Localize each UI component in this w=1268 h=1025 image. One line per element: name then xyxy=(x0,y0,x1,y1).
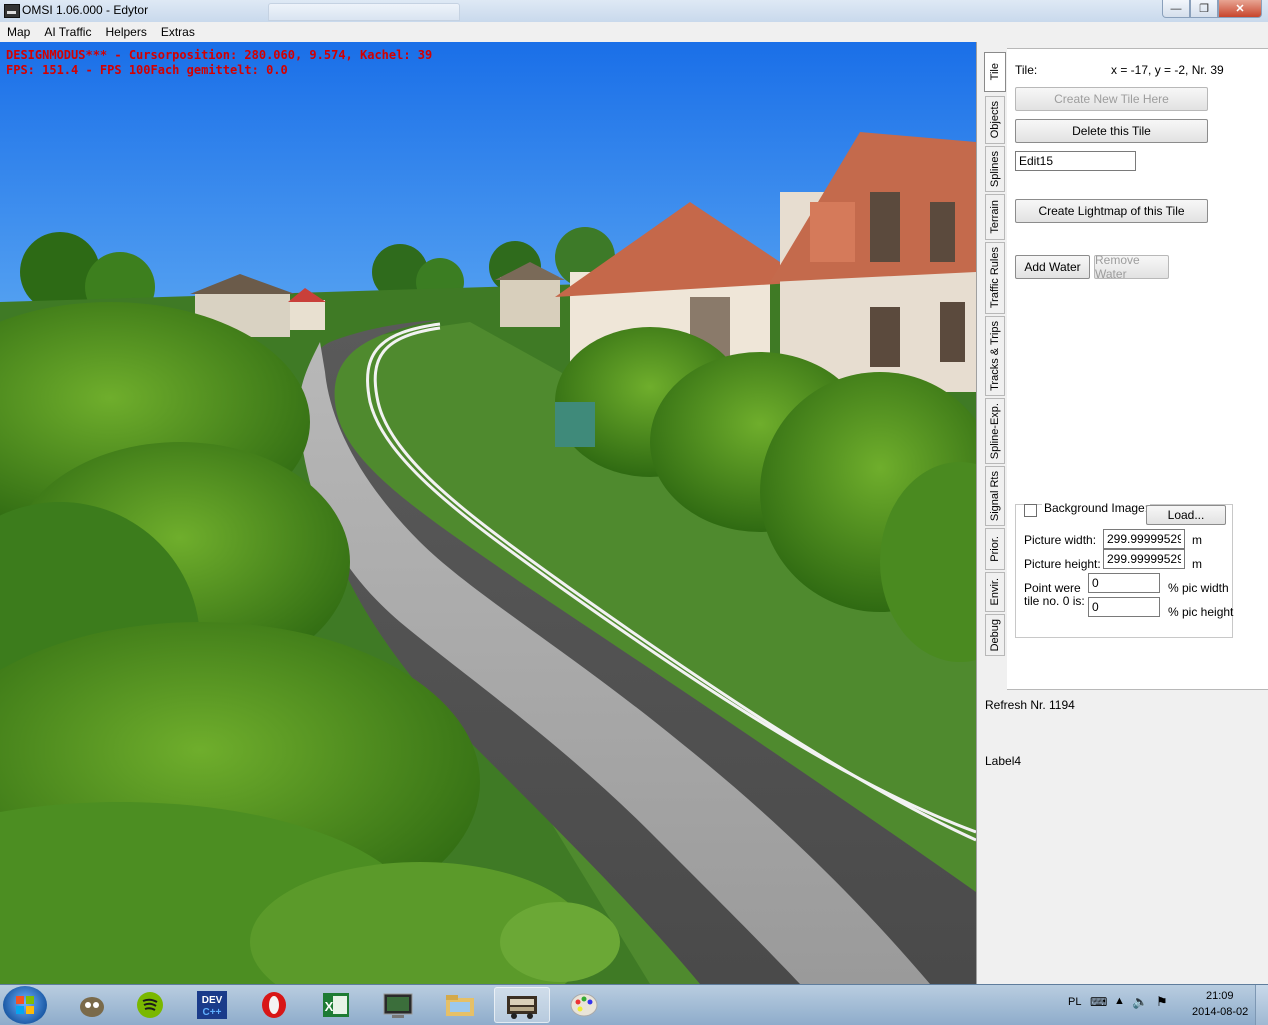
tab-splines[interactable]: Splines xyxy=(985,146,1005,192)
picture-height-unit: m xyxy=(1192,557,1202,571)
omsi-app-icon xyxy=(4,4,20,18)
point-label-line1: Point were xyxy=(1024,581,1081,595)
start-button[interactable] xyxy=(3,986,47,1024)
cursor-position-line: DESIGNMODUS*** - Cursorposition: 280.060… xyxy=(6,48,433,62)
excel-icon: X xyxy=(323,993,349,1017)
menu-helpers[interactable]: Helpers xyxy=(98,22,153,42)
create-new-tile-button[interactable]: Create New Tile Here xyxy=(1015,87,1208,111)
picture-height-label: Picture height: xyxy=(1024,557,1101,571)
fps-line: FPS: 151.4 - FPS 100Fach gemittelt: 0.0 xyxy=(6,63,288,77)
menu-map[interactable]: Map xyxy=(0,22,37,42)
scene-render xyxy=(0,42,976,984)
svg-text:DEV: DEV xyxy=(202,995,223,1006)
vertical-tab-strip: Tile Objects Splines Terrain Traffic Rul… xyxy=(984,52,1007,656)
delete-tile-button[interactable]: Delete this Tile xyxy=(1015,119,1208,143)
menu-bar: Map AI Traffic Helpers Extras xyxy=(0,22,1268,43)
refresh-counter: Refresh Nr. 1194 xyxy=(985,698,1075,712)
label4: Label4 xyxy=(985,754,1022,768)
tab-tile[interactable]: Tile xyxy=(984,52,1006,92)
devcpp-icon: DEVC++ xyxy=(197,991,227,1019)
taskbar: DEV C++ X PL ⌨ ▲ 🔈 ⚑ 21:09 2014-08-02 xyxy=(0,984,1268,1025)
close-button[interactable]: ✕ xyxy=(1218,0,1262,18)
minimize-icon: — xyxy=(1170,2,1182,15)
taskbar-gimp[interactable] xyxy=(64,987,120,1023)
restore-icon: ❐ xyxy=(1199,3,1209,15)
volume-icon[interactable]: 🔈 xyxy=(1132,994,1148,1010)
window-title: OMSI 1.06.000 - Edytor xyxy=(22,3,149,17)
point-y-field[interactable] xyxy=(1088,597,1160,617)
system-tray: PL ⌨ ▲ 🔈 ⚑ 21:09 2014-08-02 xyxy=(1048,985,1268,1025)
language-indicator[interactable]: PL xyxy=(1068,996,1081,1008)
menu-ai-traffic[interactable]: AI Traffic xyxy=(37,22,98,42)
tab-debug[interactable]: Debug xyxy=(985,614,1005,656)
3d-viewport[interactable]: DESIGNMODUS*** - Cursorposition: 280.060… xyxy=(0,42,976,984)
taskbar-spotify[interactable] xyxy=(122,987,178,1023)
title-bar: OMSI 1.06.000 - Edytor — ❐ ✕ xyxy=(0,0,1268,23)
background-image-checkbox[interactable] xyxy=(1024,504,1037,517)
taskbar-excel[interactable]: X xyxy=(308,987,364,1023)
tab-traffic-rules[interactable]: Traffic Rules xyxy=(985,242,1005,314)
tile-info: x = -17, y = -2, Nr. 39 xyxy=(1111,63,1224,77)
tile-label: Tile: xyxy=(1015,63,1038,77)
svg-text:C++: C++ xyxy=(203,1007,222,1018)
load-button[interactable]: Load... xyxy=(1146,505,1226,525)
taskbar-omsi[interactable] xyxy=(494,987,550,1023)
tab-spline-exp[interactable]: Spline-Exp. xyxy=(985,398,1005,464)
tab-envir[interactable]: Envir. xyxy=(985,572,1005,612)
show-hidden-icons-icon[interactable]: ▲ xyxy=(1114,995,1125,1007)
taskbar-opera[interactable] xyxy=(246,987,302,1023)
maximize-button[interactable]: ❐ xyxy=(1190,0,1218,18)
opera-icon xyxy=(262,992,286,1018)
tab-objects[interactable]: Objects xyxy=(985,96,1005,144)
picture-height-field[interactable] xyxy=(1103,549,1185,569)
picture-width-field[interactable] xyxy=(1103,529,1185,549)
background-image-label: Background Image: xyxy=(1042,501,1151,515)
remove-water-button[interactable]: Remove Water xyxy=(1094,253,1169,281)
paint-icon xyxy=(570,993,598,1017)
taskbar-terminal[interactable] xyxy=(370,987,426,1023)
svg-text:X: X xyxy=(325,999,334,1014)
show-desktop-button[interactable] xyxy=(1255,985,1268,1025)
viewport-status-overlay: DESIGNMODUS*** - Cursorposition: 280.060… xyxy=(6,48,432,78)
clock-time[interactable]: 21:09 xyxy=(1206,990,1234,1002)
add-water-button[interactable]: Add Water xyxy=(1015,255,1090,279)
tab-prior[interactable]: Prior. xyxy=(985,528,1005,570)
taskbar-explorer[interactable] xyxy=(432,987,488,1023)
gimp-icon xyxy=(80,997,104,1017)
terminal-icon xyxy=(383,993,413,1018)
windows-logo-icon xyxy=(16,996,34,1014)
edit15-field[interactable] xyxy=(1015,151,1136,171)
editor-side-panel: Tile Objects Splines Terrain Traffic Rul… xyxy=(976,42,1268,984)
create-lightmap-button[interactable]: Create Lightmap of this Tile xyxy=(1015,199,1208,223)
keyboard-icon[interactable]: ⌨ xyxy=(1090,995,1107,1009)
picture-width-label: Picture width: xyxy=(1024,533,1097,547)
clock-date[interactable]: 2014-08-02 xyxy=(1192,1006,1248,1018)
tab-signal-rts[interactable]: Signal Rts xyxy=(985,466,1005,526)
background-window-tab xyxy=(268,3,460,21)
taskbar-devcpp[interactable]: DEV C++ xyxy=(184,987,240,1023)
explorer-icon xyxy=(446,995,474,1016)
taskbar-paint[interactable] xyxy=(556,987,612,1023)
picture-width-unit: m xyxy=(1192,533,1202,547)
point-x-field[interactable] xyxy=(1088,573,1160,593)
pct-width-label: % pic width xyxy=(1168,581,1229,595)
point-label-line2: tile no. 0 is: xyxy=(1024,594,1085,608)
pct-height-label: % pic height xyxy=(1168,605,1234,619)
close-icon: ✕ xyxy=(1235,3,1245,15)
action-center-flag-icon[interactable]: ⚑ xyxy=(1156,994,1168,1010)
tab-terrain[interactable]: Terrain xyxy=(985,194,1005,240)
spotify-icon xyxy=(137,992,163,1018)
tab-tracks-trips[interactable]: Tracks & Trips xyxy=(985,316,1005,396)
background-image-group: Background Image: Load... Picture width:… xyxy=(1015,501,1234,638)
minimize-button[interactable]: — xyxy=(1162,0,1190,18)
window-controls: — ❐ ✕ xyxy=(1162,0,1262,18)
omsi-icon xyxy=(507,996,537,1019)
menu-extras[interactable]: Extras xyxy=(154,22,202,42)
